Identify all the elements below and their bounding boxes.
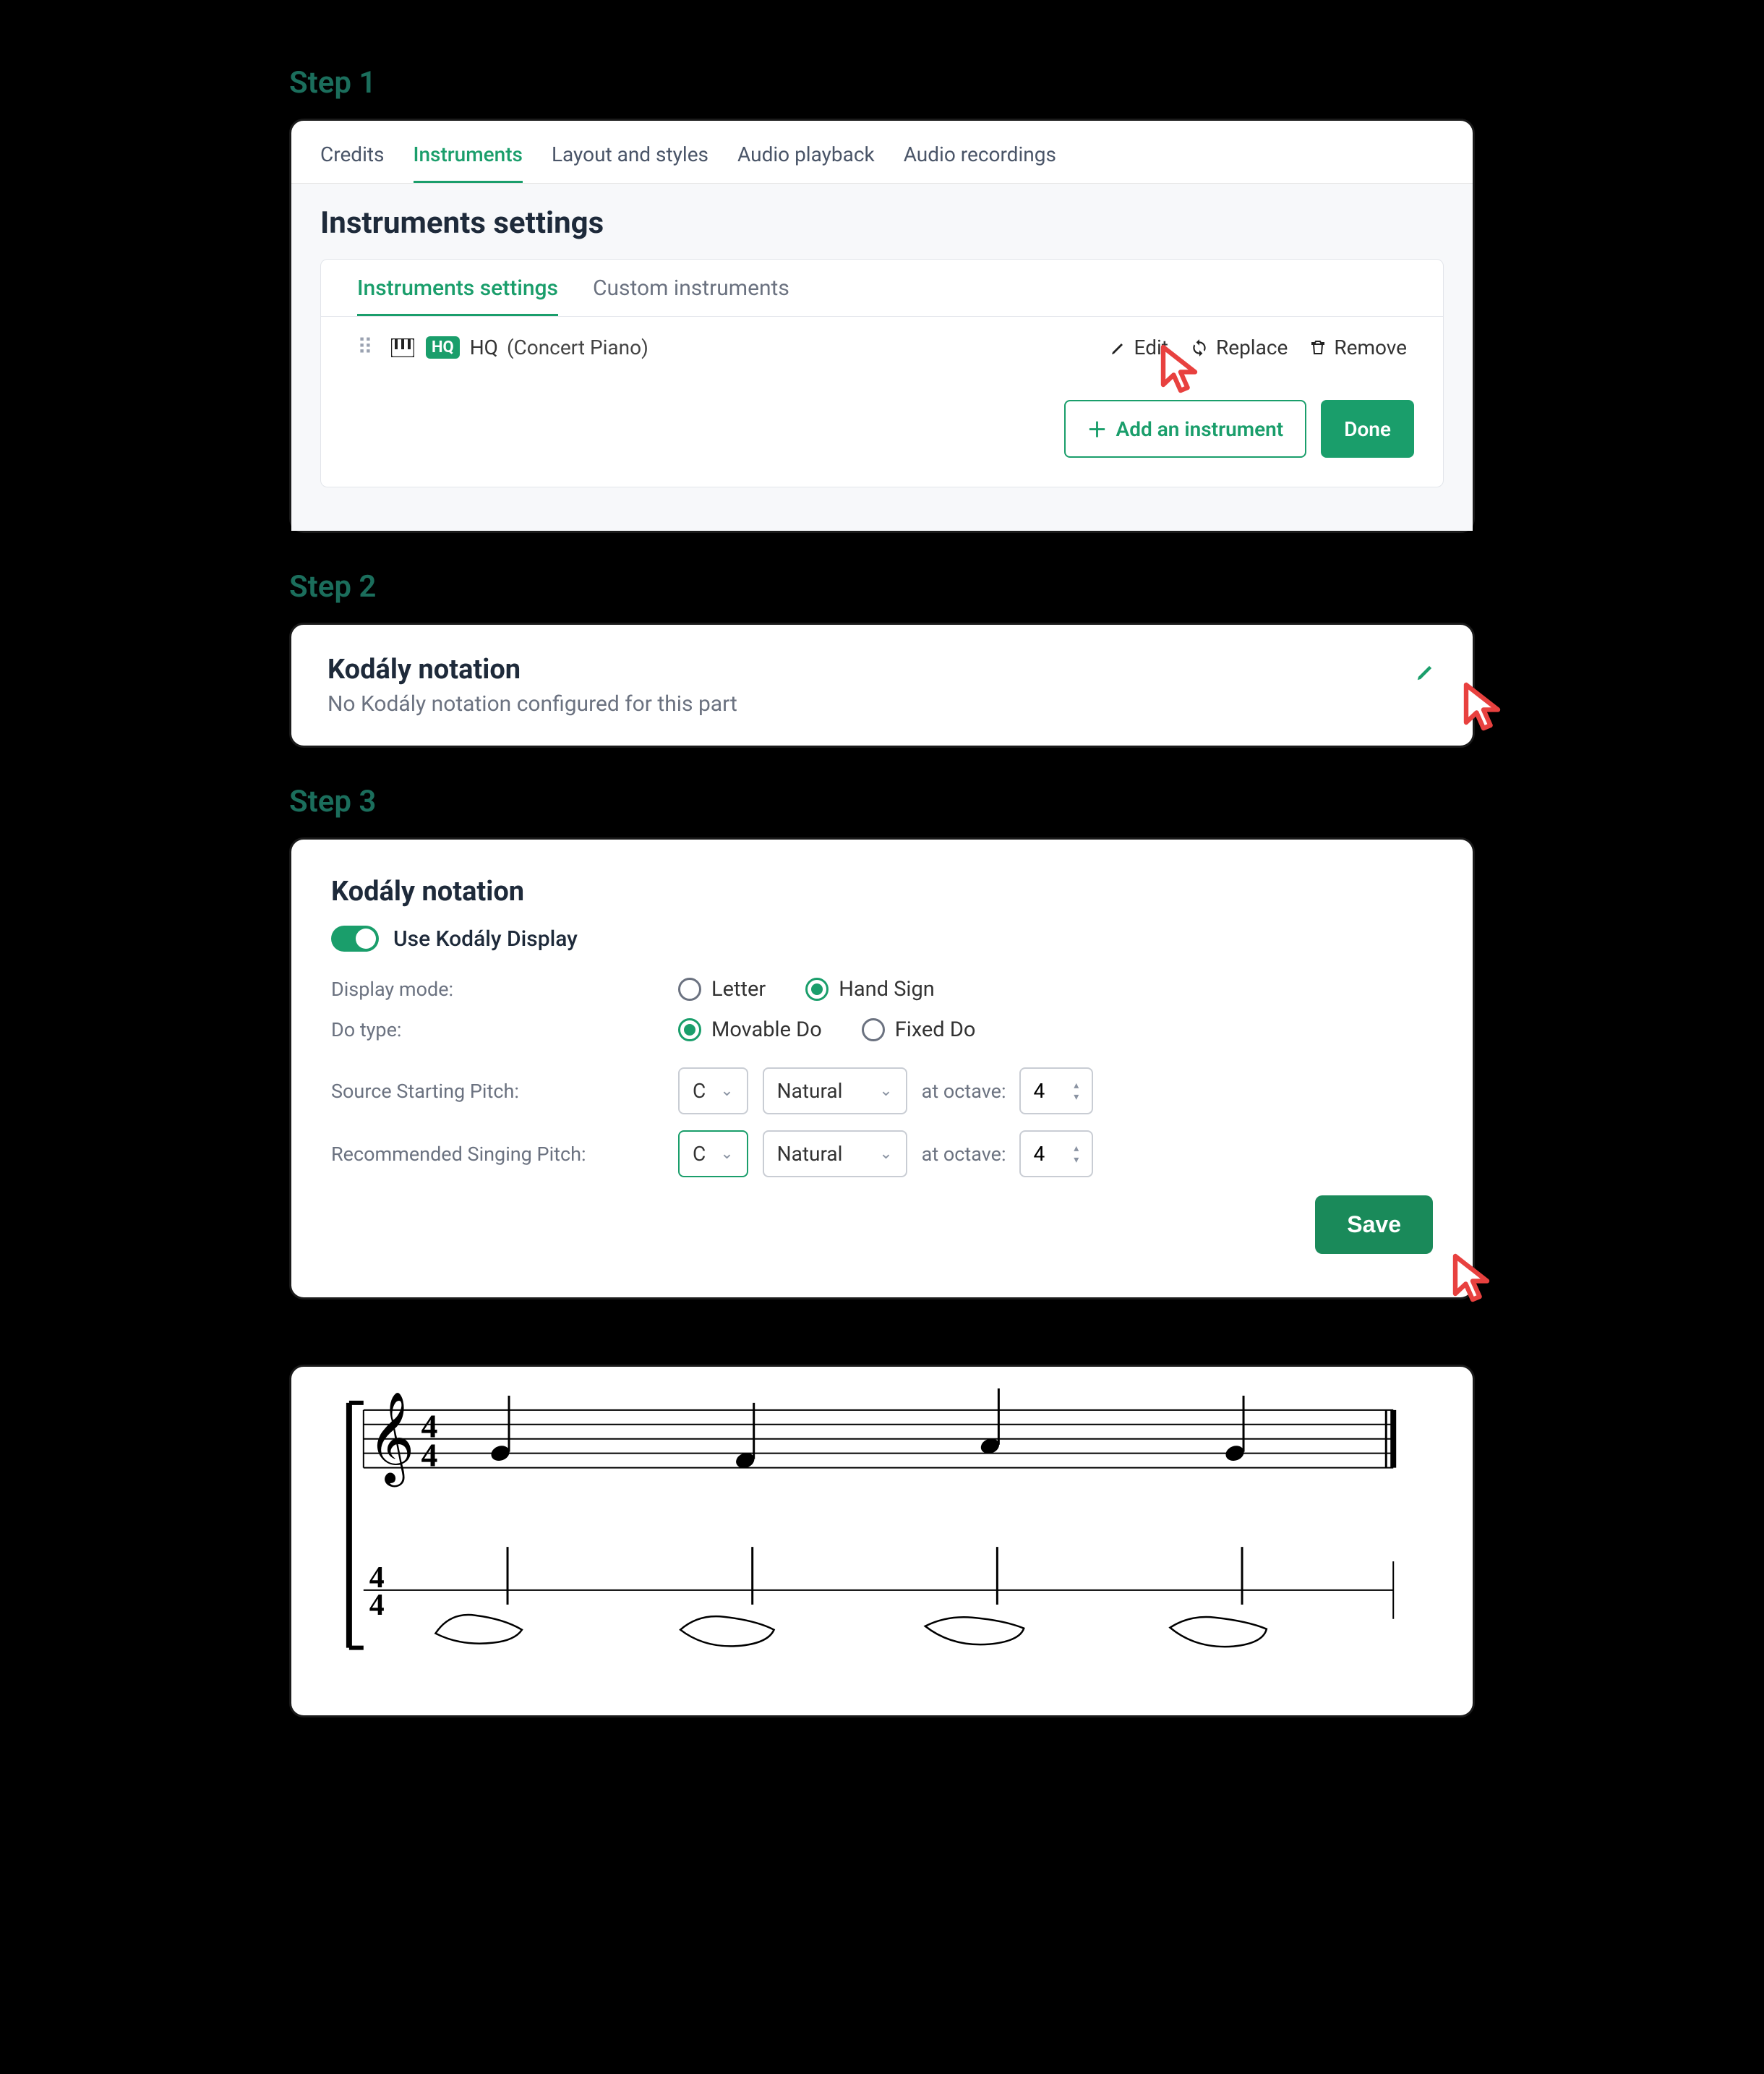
treble-clef-icon: 𝄞 — [368, 1393, 415, 1488]
radio-icon — [678, 1018, 701, 1041]
drag-handle-icon[interactable]: ⠿ — [357, 335, 373, 360]
source-accidental-select[interactable]: Natural⌄ — [763, 1067, 907, 1114]
singing-accidental-select[interactable]: Natural⌄ — [763, 1130, 907, 1177]
save-button[interactable]: Save — [1315, 1195, 1433, 1254]
radio-icon — [862, 1018, 885, 1041]
spinner-arrows-icon: ▴▾ — [1074, 1080, 1079, 1102]
replace-icon — [1190, 338, 1209, 357]
singing-pitch-label: Recommended Singing Pitch: — [331, 1143, 678, 1166]
tab-audio-recordings[interactable]: Audio recordings — [904, 135, 1056, 183]
hand-sign-icon — [680, 1616, 774, 1646]
chevron-down-icon: ⌄ — [720, 1145, 733, 1163]
spinner-arrows-icon: ▴▾ — [1074, 1143, 1079, 1165]
inner-tab-settings[interactable]: Instruments settings — [357, 276, 558, 316]
use-kodaly-toggle[interactable] — [331, 926, 379, 952]
trash-icon — [1309, 339, 1327, 357]
step-3-label: Step 3 — [289, 784, 1475, 819]
kodaly-subtitle: No Kodály notation configured for this p… — [327, 691, 1437, 717]
step-2-label: Step 2 — [289, 569, 1475, 605]
radio-letter[interactable]: Letter — [678, 977, 766, 1002]
instrument-row: ⠿ HQ HQ (Concert Piano) Edit — [321, 317, 1443, 378]
top-tabs: Credits Instruments Layout and styles Au… — [291, 121, 1473, 184]
step3-panel: Kodály notation Use Kodály Display Displ… — [289, 837, 1475, 1300]
cursor-overlay-icon — [1455, 679, 1512, 737]
score-preview-panel: 𝄞 4 4 4 4 — [289, 1365, 1475, 1717]
source-note-select[interactable]: C⌄ — [678, 1067, 748, 1114]
at-octave-label: at octave: — [922, 1080, 1006, 1103]
at-octave-label: at octave: — [922, 1143, 1006, 1166]
step1-panel: Credits Instruments Layout and styles Au… — [289, 119, 1475, 533]
add-instrument-button[interactable]: ＋ Add an instrument — [1064, 400, 1307, 458]
svg-text:4: 4 — [369, 1589, 385, 1622]
tab-layout[interactable]: Layout and styles — [552, 135, 708, 183]
tab-instruments[interactable]: Instruments — [414, 135, 523, 183]
music-score: 𝄞 4 4 4 4 — [327, 1388, 1437, 1676]
inner-tab-custom[interactable]: Custom instruments — [593, 276, 789, 316]
instrument-name: (Concert Piano) — [507, 336, 648, 359]
singing-note-select[interactable]: C⌄ — [678, 1130, 748, 1177]
pencil-icon — [1110, 339, 1127, 357]
hq-badge: HQ — [426, 336, 460, 359]
radio-icon — [805, 978, 829, 1001]
chevron-down-icon: ⌄ — [720, 1082, 733, 1100]
source-octave-spinner[interactable]: 4 ▴▾ — [1019, 1067, 1094, 1114]
hand-sign-icon — [1170, 1617, 1266, 1647]
plus-icon: ＋ — [1087, 414, 1108, 443]
singing-octave-spinner[interactable]: 4 ▴▾ — [1019, 1130, 1094, 1177]
tab-audio-playback[interactable]: Audio playback — [737, 135, 875, 183]
remove-button[interactable]: Remove — [1309, 336, 1407, 359]
hand-sign-icon — [925, 1617, 1024, 1644]
do-type-label: Do type: — [331, 1018, 678, 1041]
svg-text:4: 4 — [421, 1437, 438, 1474]
done-button[interactable]: Done — [1321, 400, 1414, 458]
radio-icon — [678, 978, 701, 1001]
step2-panel: Kodály notation No Kodály notation confi… — [289, 623, 1475, 748]
replace-button[interactable]: Replace — [1190, 336, 1288, 359]
piano-icon — [391, 338, 414, 357]
settings-title: Instruments settings — [320, 205, 1444, 241]
instruments-card: Instruments settings Custom instruments … — [320, 259, 1444, 487]
hand-sign-icon — [435, 1615, 522, 1644]
chevron-down-icon: ⌄ — [879, 1145, 892, 1163]
tab-credits[interactable]: Credits — [320, 135, 385, 183]
display-mode-label: Display mode: — [331, 978, 678, 1001]
radio-movable-do[interactable]: Movable Do — [678, 1017, 822, 1042]
step3-title: Kodály notation — [331, 876, 1433, 908]
kodaly-title: Kodály notation — [327, 654, 1437, 686]
hq-text: HQ — [470, 336, 498, 359]
toggle-label: Use Kodály Display — [393, 926, 578, 952]
source-pitch-label: Source Starting Pitch: — [331, 1080, 678, 1103]
radio-hand-sign[interactable]: Hand Sign — [805, 977, 935, 1002]
pencil-icon — [1415, 661, 1437, 683]
edit-kodaly-button[interactable] — [1415, 661, 1437, 686]
edit-button[interactable]: Edit — [1110, 336, 1168, 359]
step-1-label: Step 1 — [289, 65, 1475, 101]
chevron-down-icon: ⌄ — [879, 1082, 892, 1100]
radio-fixed-do[interactable]: Fixed Do — [862, 1017, 976, 1042]
